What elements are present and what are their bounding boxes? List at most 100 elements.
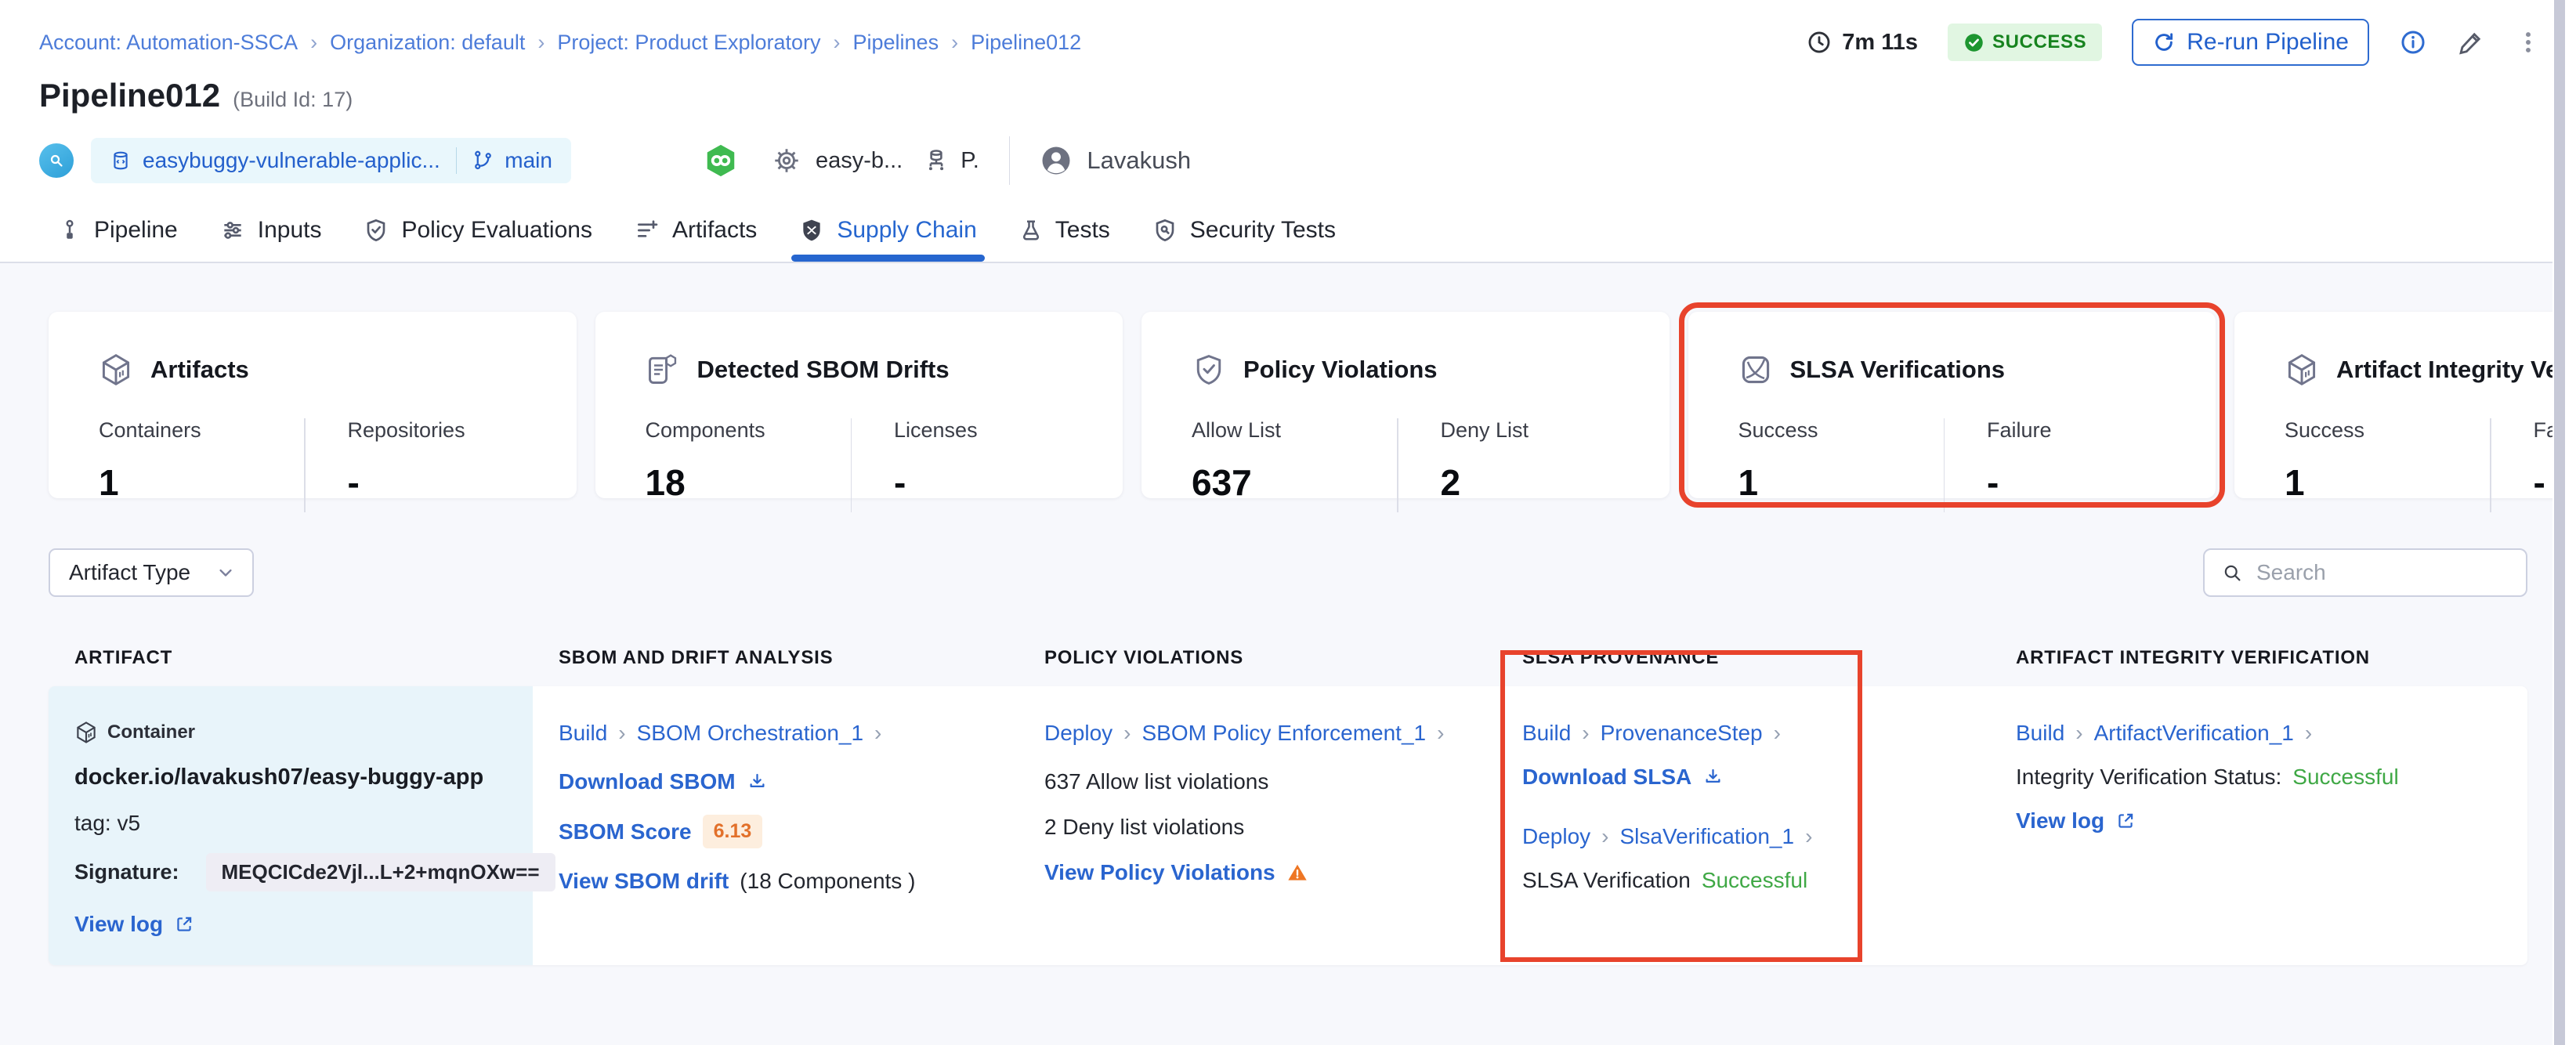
table-row: Container docker.io/lavakush07/easy-bugg… [49,686,2527,965]
stat-slsa-failure: Failure - [1987,418,2052,503]
tab-pipeline[interactable]: Pipeline [58,201,178,260]
integrity-status-value: Successful [2292,765,2399,789]
policy-stage-link[interactable]: Deploy [1044,721,1131,746]
card-title: SLSA Verifications [1789,356,2006,383]
tab-label: Pipeline [94,217,178,243]
sbom-score-badge: 6.13 [702,815,763,848]
download-sbom-link[interactable]: Download SBOM [559,769,736,794]
artifact-list-icon [637,220,658,237]
download-slsa-link[interactable]: Download SLSA [1522,765,1691,790]
stat-divider [2490,418,2491,512]
artifact-type-label: Artifact Type [69,560,191,584]
slsa-build-stage-link[interactable]: Build [1522,721,1590,746]
repo-chip[interactable]: easybuggy-vulnerable-applic... main [91,138,571,183]
status-text: SUCCESS [1992,31,2087,52]
active-tab-underline [791,255,985,262]
card-title: Artifacts [150,356,249,383]
duration-text: 7m 11s [1842,29,1918,55]
view-log-link[interactable]: View log [74,912,163,937]
tab-label: Security Tests [1189,217,1336,243]
breadcrumb-pipeline012[interactable]: Pipeline012 [971,31,1081,55]
build-id: (Build Id: 17) [233,88,353,111]
tab-supply-chain[interactable]: Supply Chain [791,201,985,262]
page-title: Pipeline012 [39,77,221,114]
slsa-status-label: SLSA Verification [1522,868,1691,892]
sbom-score-link[interactable]: SBOM Score [559,819,692,844]
card-title: Detected SBOM Drifts [696,356,950,383]
sbom-stage-link[interactable]: Build [559,721,626,746]
integrity-stage-link[interactable]: Build [2016,721,2083,746]
external-link-icon [2118,813,2133,828]
edit-icon[interactable] [2457,28,2485,56]
breadcrumb-pipelines[interactable]: Pipelines [853,31,971,55]
breadcrumb-project[interactable]: Project: Product Exploratory [557,31,852,55]
slsa-cell: Build ProvenanceStep Download SLSA Deplo… [1496,686,1990,965]
signature-label: Signature: [74,860,179,884]
check-circle-icon [1965,33,1983,52]
view-log-link[interactable]: View log [2016,808,2104,833]
slsa-verification-step-link[interactable]: SlsaVerification_1 [1620,824,1813,849]
cube-icon [2288,353,2316,386]
flask-icon [1022,220,1039,240]
artifact-table: ARTIFACT SBOM AND DRIFT ANALYSIS POLICY … [49,630,2527,965]
col-slsa: SLSA PROVENANCE [1522,647,1720,668]
search-input[interactable] [2256,560,2510,585]
shield-check-icon [367,219,385,242]
card-artifacts: Artifacts Containers 1 Repositories - [49,312,577,512]
sbom-drift-count: (18 Components ) [740,869,916,893]
status-badge: SUCCESS [1947,24,2103,61]
policy-step-link[interactable]: SBOM Policy Enforcement_1 [1142,721,1445,746]
warning-icon [1287,864,1307,880]
repository-icon [114,151,128,170]
card-title: Artifact Integrity Verification [2336,356,2576,383]
sbom-cell: Build SBOM Orchestration_1 Download SBOM… [533,686,1018,965]
tab-label: Inputs [257,217,322,243]
col-integrity: ARTIFACT INTEGRITY VERIFICATION [2016,647,2370,668]
download-icon [750,773,765,787]
user-name: Lavakush [1087,146,1192,174]
stat-divider [1397,418,1398,512]
download-icon [1706,768,1720,783]
breadcrumb-organization[interactable]: Organization: default [330,31,557,55]
stat-deny-list: Deny List 2 [1440,418,1529,503]
signature-value[interactable]: MEQCICde2Vjl...L+2+mqnOXw== [205,853,555,891]
header-actions: 7m 11s SUCCESS Re-run Pipeline [1806,19,2542,66]
refresh-icon [2155,33,2173,51]
info-icon[interactable] [2399,28,2427,56]
stat-repositories: Repositories - [347,418,465,503]
tab-inputs[interactable]: Inputs [220,201,322,260]
provenance-step-link[interactable]: ProvenanceStep [1601,721,1781,746]
filter-row: Artifact Type [49,548,2527,597]
stat-components: Components 18 [645,418,765,503]
more-menu-icon[interactable] [2515,29,2542,56]
view-sbom-drift-link[interactable]: View SBOM drift [559,869,729,894]
artifact-verification-step-link[interactable]: ArtifactVerification_1 [2094,721,2313,746]
sbom-step-link[interactable]: SBOM Orchestration_1 [637,721,882,746]
stat-slsa-success: Success 1 [1738,418,1818,503]
tab-tests[interactable]: Tests [1019,201,1110,260]
chevron-down-icon [219,569,232,577]
execution-type-icon [39,143,74,178]
tab-security-tests[interactable]: Security Tests [1152,201,1336,260]
artifact-image: docker.io/lavakush07/easy-buggy-app [74,765,484,790]
scrollbar-thumb[interactable] [2554,0,2565,1045]
trigger-pipeline-name: easy-b... [815,147,903,173]
rerun-pipeline-button[interactable]: Re-run Pipeline [2132,19,2369,66]
trigger-initial: P. [961,147,979,173]
slsa-status-value: Successful [1701,868,1808,892]
card-artifact-integrity: Artifact Integrity Verification Success … [2234,312,2576,512]
shield-check-icon [1196,355,1221,385]
tab-artifacts[interactable]: Artifacts [635,201,757,260]
table-header: ARTIFACT SBOM AND DRIFT ANALYSIS POLICY … [49,630,2527,686]
tab-policy-evaluations[interactable]: Policy Evaluations [364,201,592,260]
stat-divider [304,418,306,512]
view-policy-violations-link[interactable]: View Policy Violations [1044,860,1275,885]
card-slsa-verifications: SLSA Verifications Success 1 Failure - [1678,302,2225,512]
external-link-icon [177,917,192,931]
breadcrumb-account[interactable]: Account: Automation-SSCA [39,31,330,55]
slsa-deploy-stage-link[interactable]: Deploy [1522,824,1609,849]
artifact-type-select[interactable]: Artifact Type [49,548,254,597]
card-sbom-drifts: Detected SBOM Drifts Components 18 Licen… [595,312,1123,512]
branch-icon [475,150,492,169]
artifact-cell: Container docker.io/lavakush07/easy-bugg… [49,686,555,965]
